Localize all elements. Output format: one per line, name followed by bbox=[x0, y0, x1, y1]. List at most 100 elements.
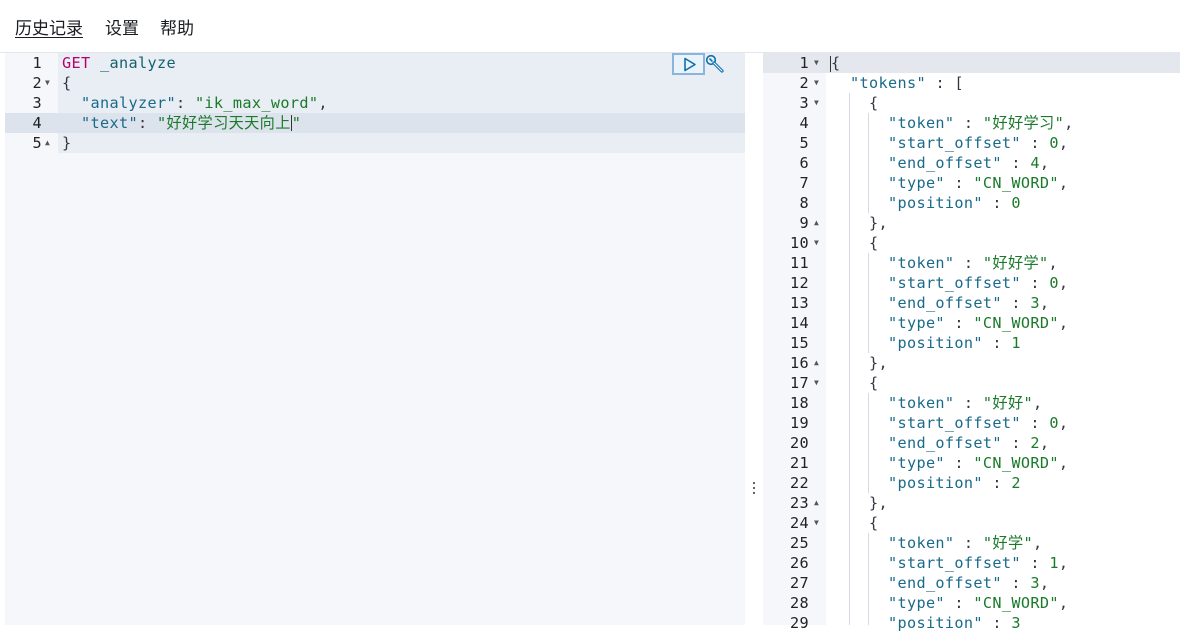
json-key: "position" bbox=[887, 614, 983, 632]
run-request-button[interactable] bbox=[672, 53, 705, 75]
brace-open: { bbox=[868, 514, 879, 532]
brace-close: }, bbox=[868, 494, 888, 512]
comma: , bbox=[1039, 154, 1050, 172]
json-number: 0 bbox=[1011, 194, 1021, 212]
json-string: "好好学" bbox=[982, 254, 1049, 272]
fold-down-icon[interactable]: ▼ bbox=[45, 73, 50, 93]
output-line-number: 5 bbox=[799, 134, 809, 152]
comma: , bbox=[1058, 314, 1069, 332]
fold-down-icon[interactable]: ▼ bbox=[814, 73, 819, 93]
comma: , bbox=[1048, 254, 1059, 272]
separator: : bbox=[1020, 554, 1050, 572]
json-key: "end_offset" bbox=[887, 294, 1002, 312]
comma: , bbox=[1058, 414, 1069, 432]
output-active-line bbox=[763, 53, 1180, 73]
output-line: "start_offset" : 0, bbox=[831, 273, 1068, 293]
separator: : bbox=[1001, 574, 1031, 592]
output-line-number: 8 bbox=[799, 194, 809, 212]
output-line-number: 16 bbox=[790, 354, 809, 372]
fold-down-icon[interactable]: ▼ bbox=[814, 373, 819, 393]
output-line: }, bbox=[831, 213, 888, 233]
output-line: }, bbox=[831, 353, 888, 373]
output-line: "position" : 1 bbox=[831, 333, 1021, 353]
output-line: { bbox=[831, 513, 878, 533]
json-key: "type" bbox=[887, 454, 945, 472]
output-line-number: 7 bbox=[799, 174, 809, 192]
http-method: GET bbox=[62, 54, 91, 72]
separator: : bbox=[954, 254, 983, 272]
json-key: "token" bbox=[887, 254, 955, 272]
fold-down-icon[interactable]: ▼ bbox=[814, 93, 819, 113]
separator: : [ bbox=[925, 74, 964, 92]
json-key: "text" bbox=[81, 114, 138, 132]
fold-down-icon[interactable]: ▼ bbox=[814, 513, 819, 533]
line-number: 4 bbox=[32, 114, 42, 132]
pane-resizer[interactable] bbox=[745, 53, 763, 625]
separator: : bbox=[954, 114, 983, 132]
output-line-number: 3 bbox=[799, 94, 809, 112]
menu-help[interactable]: 帮助 bbox=[160, 18, 194, 40]
json-number: 0 bbox=[1049, 134, 1059, 152]
line-number: 5 bbox=[32, 134, 42, 152]
request-editor[interactable]: 1 2 ▼ 3 4 5 ▲ GET _analyze { "analyzer":… bbox=[0, 53, 745, 625]
output-line-number: 20 bbox=[790, 434, 809, 452]
fold-up-icon[interactable]: ▲ bbox=[814, 493, 819, 513]
separator: : bbox=[1020, 274, 1050, 292]
output-line: "start_offset" : 0, bbox=[831, 413, 1068, 433]
json-string: "好好学习天天向上 bbox=[156, 114, 291, 132]
code-line-5: } bbox=[62, 133, 72, 153]
fold-up-icon[interactable]: ▲ bbox=[814, 213, 819, 233]
menu-history[interactable]: 历史记录 bbox=[15, 18, 83, 40]
json-key: "type" bbox=[887, 594, 945, 612]
json-key: "start_offset" bbox=[887, 134, 1021, 152]
brace-open: { bbox=[831, 54, 841, 72]
comma: , bbox=[1032, 534, 1043, 552]
json-key: "start_offset" bbox=[887, 274, 1021, 292]
json-string: "CN_WORD" bbox=[973, 594, 1059, 612]
comma: , bbox=[1032, 394, 1043, 412]
json-number: 2 bbox=[1011, 474, 1021, 492]
output-line-number: 18 bbox=[790, 394, 809, 412]
wrench-icon[interactable] bbox=[704, 54, 726, 76]
menu-settings[interactable]: 设置 bbox=[105, 18, 139, 40]
code-line-4: "text": "好好学习天天向上" bbox=[62, 113, 301, 133]
fold-down-icon[interactable]: ▼ bbox=[814, 233, 819, 253]
json-key: "end_offset" bbox=[887, 154, 1002, 172]
output-line-number: 12 bbox=[790, 274, 809, 292]
request-path: _analyze bbox=[99, 54, 176, 72]
output-line: { bbox=[831, 373, 878, 393]
json-key: "type" bbox=[887, 174, 945, 192]
output-line-number: 17 bbox=[790, 374, 809, 392]
separator: : bbox=[1020, 134, 1050, 152]
output-line: "position" : 3 bbox=[831, 613, 1021, 633]
separator: : bbox=[954, 394, 983, 412]
json-string: "ik_max_word" bbox=[194, 94, 319, 112]
output-line-number: 13 bbox=[790, 294, 809, 312]
brace-close: } bbox=[62, 134, 72, 152]
brace-open: { bbox=[868, 234, 879, 252]
json-key: "end_offset" bbox=[887, 574, 1002, 592]
output-line: "end_offset" : 3, bbox=[831, 293, 1049, 313]
separator: : bbox=[944, 454, 974, 472]
output-line: { bbox=[831, 53, 841, 73]
separator: : bbox=[1001, 434, 1031, 452]
json-key: "position" bbox=[887, 474, 983, 492]
separator: : bbox=[982, 194, 1012, 212]
json-string: "好好学习" bbox=[982, 114, 1065, 132]
separator: : bbox=[982, 614, 1012, 632]
fold-up-icon[interactable]: ▲ bbox=[45, 133, 50, 153]
closing-quote: " bbox=[291, 114, 302, 132]
vertical-ellipsis-icon[interactable] bbox=[751, 482, 757, 500]
code-line-1: GET _analyze bbox=[62, 53, 176, 73]
json-key: "position" bbox=[887, 334, 983, 352]
top-menu-bar: 历史记录 设置 帮助 bbox=[0, 0, 1180, 53]
json-key: "token" bbox=[887, 394, 955, 412]
fold-up-icon[interactable]: ▲ bbox=[814, 353, 819, 373]
output-line-number: 2 bbox=[799, 74, 809, 92]
output-line: "token" : "好学", bbox=[831, 533, 1042, 553]
json-number: 3 bbox=[1030, 574, 1040, 592]
output-line: "start_offset" : 0, bbox=[831, 133, 1068, 153]
output-line-number: 1 bbox=[799, 54, 809, 72]
brace-close: }, bbox=[868, 214, 888, 232]
fold-down-icon[interactable]: ▼ bbox=[814, 53, 819, 73]
